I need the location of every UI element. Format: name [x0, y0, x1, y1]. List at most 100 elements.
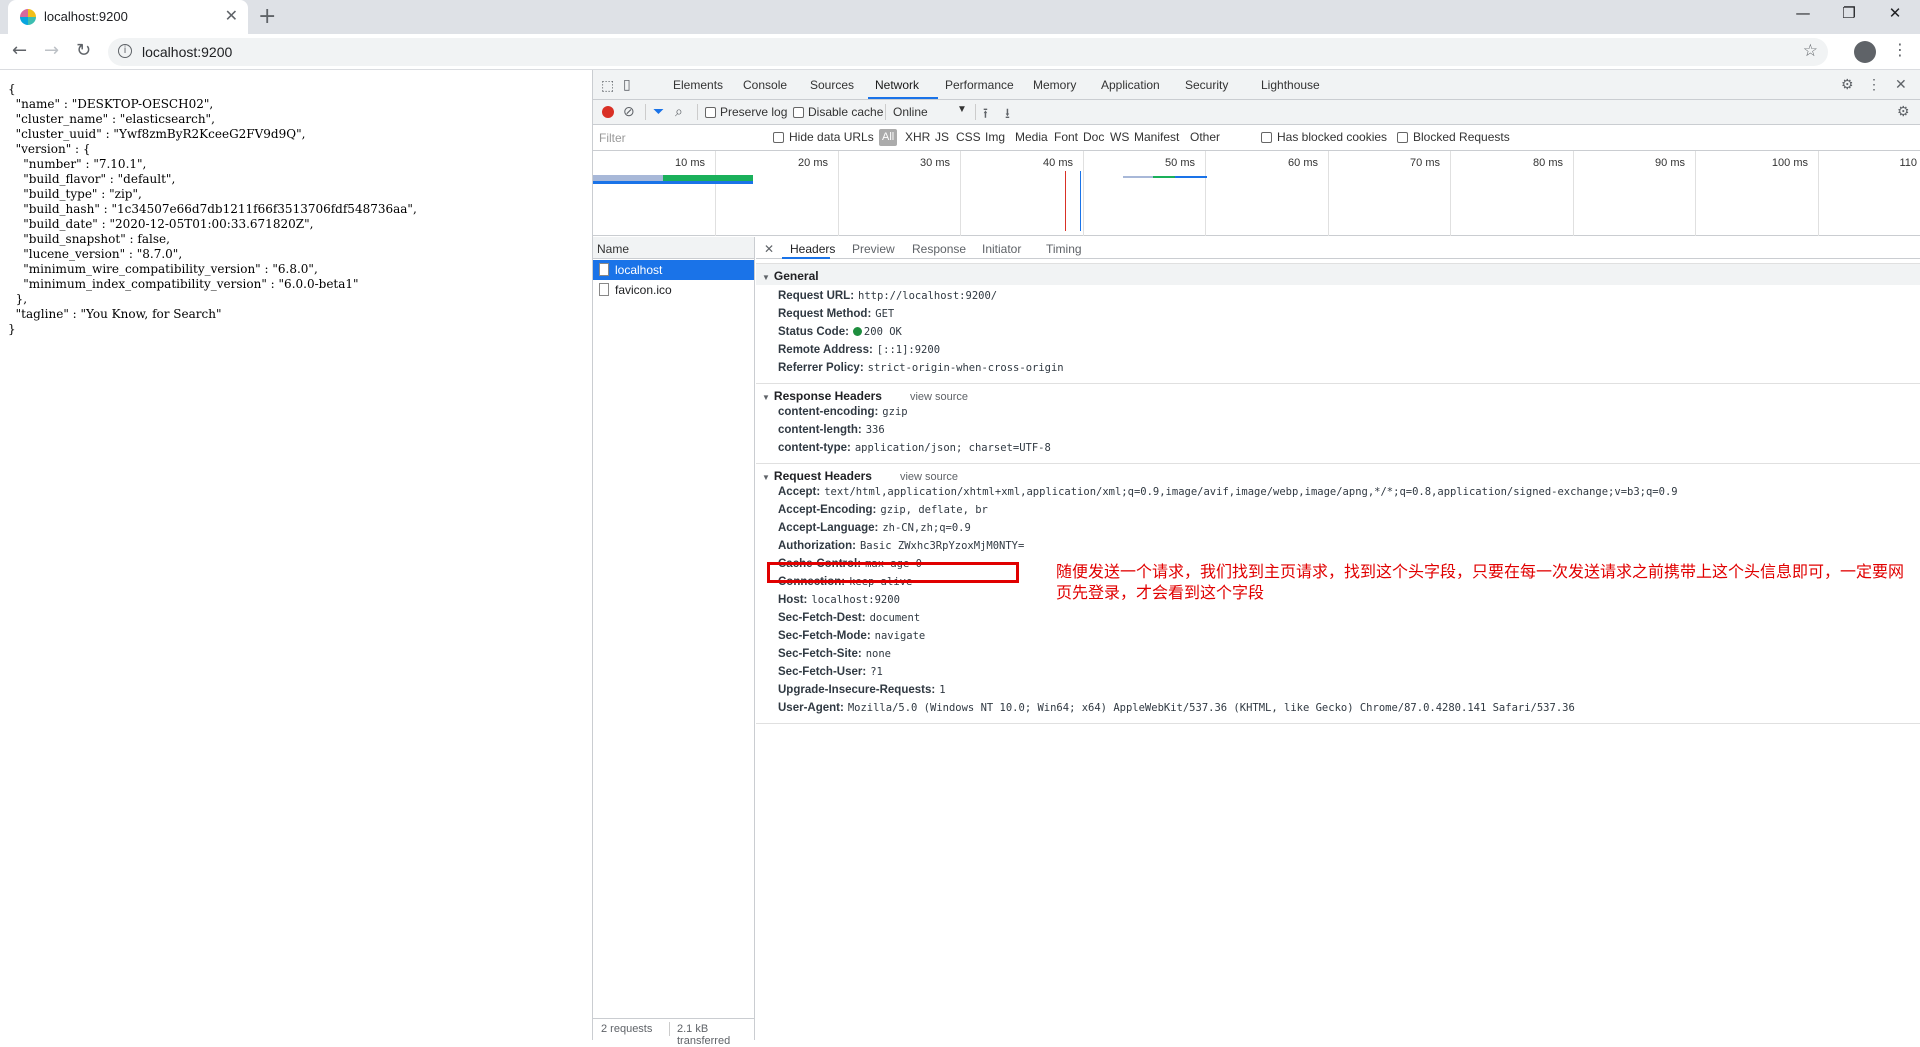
throttling-select[interactable]: Online — [893, 105, 928, 119]
chevron-down-icon[interactable]: ▼ — [957, 104, 967, 115]
type-filter-doc[interactable]: Doc — [1083, 130, 1104, 144]
header-row: Upgrade-Insecure-Requests: 1 — [778, 684, 946, 696]
maximize-button[interactable]: ❐ — [1826, 4, 1872, 22]
load-event-marker — [1065, 171, 1066, 231]
tab-console[interactable]: Console — [743, 78, 787, 92]
tick-label: 30 ms — [920, 157, 950, 169]
tab-security[interactable]: Security — [1185, 78, 1228, 92]
record-icon[interactable] — [602, 106, 614, 118]
header-key: Accept: — [778, 486, 821, 498]
new-tab-button[interactable]: + — [258, 4, 276, 29]
document-icon — [599, 263, 609, 276]
header-value: document — [869, 612, 921, 624]
type-filter-xhr[interactable]: XHR — [905, 130, 930, 144]
type-filter-font[interactable]: Font — [1054, 130, 1078, 144]
tab-initiator[interactable]: Initiator — [982, 242, 1021, 256]
tab-memory[interactable]: Memory — [1033, 78, 1076, 92]
tab-timing[interactable]: Timing — [1046, 242, 1082, 256]
header-value: localhost:9200 — [811, 594, 900, 606]
tick-label: 110 — [1899, 157, 1917, 169]
tab-application[interactable]: Application — [1101, 78, 1160, 92]
header-row: Request URL: http://localhost:9200/ — [778, 290, 997, 302]
tick-label: 80 ms — [1533, 157, 1563, 169]
filter-funnel-icon[interactable]: ⏷ — [653, 103, 664, 120]
hide-data-urls-checkbox[interactable] — [773, 132, 784, 143]
view-source-link[interactable]: view source — [910, 391, 968, 403]
browser-menu-icon[interactable]: ⋮ — [1892, 40, 1908, 59]
tab-network[interactable]: Network — [875, 78, 919, 92]
devtools-menu-icon[interactable]: ⋮ — [1867, 76, 1881, 93]
back-arrow-icon[interactable]: ← — [12, 40, 27, 61]
forward-arrow-icon[interactable]: → — [44, 40, 59, 61]
dom-content-loaded-marker — [1080, 171, 1081, 231]
settings-gear-icon[interactable]: ⚙ — [1841, 76, 1854, 93]
search-icon[interactable]: ⌕ — [675, 103, 683, 120]
general-section-header[interactable]: ▼ General — [756, 263, 1920, 285]
header-value: strict-origin-when-cross-origin — [867, 362, 1064, 374]
tab-preview[interactable]: Preview — [852, 242, 895, 256]
header-value: 200 OK — [863, 326, 902, 338]
header-value: Mozilla/5.0 (Windows NT 10.0; Win64; x64… — [847, 702, 1575, 714]
has-blocked-cookies-checkbox[interactable] — [1261, 132, 1272, 143]
view-source-link[interactable]: view source — [900, 471, 958, 483]
minimize-button[interactable]: — — [1780, 4, 1826, 22]
header-key: Sec-Fetch-Mode: — [778, 630, 871, 642]
type-filter-other[interactable]: Other — [1190, 130, 1220, 144]
request-row-favicon[interactable]: favicon.ico — [593, 280, 754, 300]
url-text[interactable]: localhost:9200 — [142, 44, 232, 60]
response-headers-section-header[interactable]: ▼ Response Headers view source — [756, 383, 1920, 405]
profile-avatar-icon[interactable] — [1854, 41, 1876, 63]
tab-lighthouse[interactable]: Lighthouse — [1261, 78, 1320, 92]
clear-icon[interactable]: ⊘ — [623, 103, 635, 120]
request-bar-favicon-download — [1153, 176, 1175, 178]
tab-response[interactable]: Response — [912, 242, 966, 256]
type-filter-img[interactable]: Img — [985, 130, 1005, 144]
tab-close-icon[interactable]: ✕ — [225, 6, 238, 25]
tab-elements[interactable]: Elements — [673, 78, 723, 92]
devtools-close-icon[interactable]: ✕ — [1895, 76, 1907, 93]
blocked-requests-checkbox[interactable] — [1397, 132, 1408, 143]
grid-line — [1695, 151, 1696, 236]
reload-icon[interactable]: ↻ — [76, 40, 91, 61]
header-value: Basic ZWxhc3RpYzoxMjM0NTY= — [859, 540, 1025, 552]
authorization-header-row: Authorization: Basic ZWxhc3RpYzoxMjM0NTY= — [778, 540, 1024, 552]
elasticsearch-json-response: { "name" : "DESKTOP-OESCH02", "cluster_n… — [8, 82, 417, 336]
header-row: content-encoding: gzip — [778, 406, 908, 418]
section-title: Request Headers — [773, 469, 872, 483]
close-detail-icon[interactable]: ✕ — [764, 242, 774, 256]
header-row: User-Agent: Mozilla/5.0 (Windows NT 10.0;… — [778, 702, 1575, 714]
window-close-button[interactable]: ✕ — [1872, 4, 1918, 22]
header-key: Host: — [778, 594, 808, 606]
bookmark-star-icon[interactable]: ☆ — [1803, 41, 1818, 61]
header-key: content-encoding: — [778, 406, 879, 418]
device-toolbar-icon[interactable]: ▯ — [623, 76, 631, 93]
type-filter-js[interactable]: JS — [935, 130, 949, 144]
header-key: User-Agent: — [778, 702, 844, 714]
tab-sources[interactable]: Sources — [810, 78, 854, 92]
tab-performance[interactable]: Performance — [945, 78, 1014, 92]
disable-cache-checkbox[interactable] — [793, 107, 804, 118]
preserve-log-checkbox[interactable] — [705, 107, 716, 118]
header-row: Request Method: GET — [778, 308, 894, 320]
type-filter-css[interactable]: CSS — [956, 130, 981, 144]
type-filter-all[interactable]: All — [879, 129, 898, 146]
browser-tab[interactable]: localhost:9200 ✕ — [8, 0, 248, 34]
network-overview-timeline[interactable]: 10 ms 20 ms 30 ms 40 ms 50 ms 60 ms 70 m… — [593, 151, 1920, 236]
site-info-icon[interactable]: i — [118, 44, 132, 58]
import-har-icon[interactable]: ⭱ — [983, 103, 988, 127]
header-key: Referrer Policy: — [778, 362, 864, 374]
filter-input[interactable]: Filter — [595, 129, 765, 147]
tab-headers[interactable]: Headers — [790, 242, 835, 256]
type-filter-media[interactable]: Media — [1015, 130, 1048, 144]
inspect-element-icon[interactable]: ⬚ — [601, 77, 614, 94]
network-settings-gear-icon[interactable]: ⚙ — [1897, 103, 1910, 120]
request-count: 2 requests — [601, 1023, 653, 1035]
name-column-header[interactable]: Name — [593, 237, 754, 259]
request-headers-section-header[interactable]: ▼ Request Headers view source — [756, 463, 1920, 485]
status-ok-dot-icon — [852, 327, 862, 336]
address-bar[interactable]: i localhost:9200 ☆ — [108, 38, 1828, 66]
export-har-icon[interactable]: ⭳ — [1005, 103, 1010, 127]
request-row-localhost[interactable]: localhost — [593, 260, 754, 280]
type-filter-ws[interactable]: WS — [1110, 130, 1129, 144]
type-filter-manifest[interactable]: Manifest — [1134, 130, 1179, 144]
